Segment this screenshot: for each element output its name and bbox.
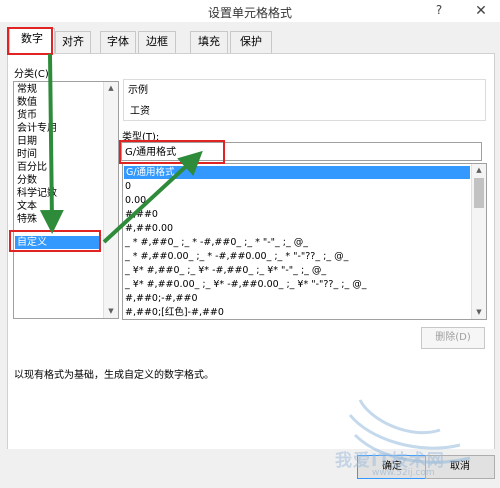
category-item-date[interactable]: 日期 bbox=[17, 135, 37, 148]
tab-protection[interactable]: 保护 bbox=[230, 31, 272, 53]
format-item[interactable]: 0.00 bbox=[125, 194, 146, 207]
tab-strip: 数字 对齐 字体 边框 填充 保护 bbox=[9, 28, 279, 53]
scroll-up-icon[interactable]: ▲ bbox=[104, 82, 118, 95]
format-list[interactable]: G/通用格式 0 0.00 #,##0 #,##0.00 _ * #,##0_ … bbox=[122, 163, 487, 320]
tab-number[interactable]: 数字 bbox=[9, 28, 55, 53]
category-item-accounting[interactable]: 会计专用 bbox=[17, 122, 57, 135]
scroll-down-icon[interactable]: ▼ bbox=[104, 305, 118, 318]
dialog-title: 设置单元格格式 bbox=[207, 6, 292, 20]
sample-label: 示例 bbox=[128, 85, 148, 96]
category-item-scientific[interactable]: 科学记数 bbox=[17, 187, 57, 200]
tab-alignment[interactable]: 对齐 bbox=[55, 31, 91, 53]
format-item[interactable]: #,##0.00 bbox=[125, 222, 173, 235]
tab-fill[interactable]: 填充 bbox=[190, 31, 228, 53]
sample-group bbox=[123, 79, 486, 121]
category-item-custom[interactable]: 自定义 bbox=[15, 236, 101, 249]
scroll-thumb[interactable] bbox=[474, 178, 484, 208]
type-input[interactable]: G/通用格式 bbox=[121, 142, 482, 161]
category-scrollbar[interactable]: ▲ ▼ bbox=[103, 82, 118, 318]
category-item-time[interactable]: 时间 bbox=[17, 148, 37, 161]
scroll-up-icon[interactable]: ▲ bbox=[472, 164, 486, 177]
title-bar: 设置单元格格式 ? ✕ bbox=[0, 0, 500, 22]
format-item[interactable]: 0 bbox=[125, 180, 131, 193]
format-item[interactable]: _ ¥* #,##0_ ;_ ¥* -#,##0_ ;_ ¥* "-"_ ;_ … bbox=[125, 264, 326, 277]
delete-button[interactable]: 删除(D) bbox=[421, 327, 485, 349]
category-item-currency[interactable]: 货币 bbox=[17, 109, 37, 122]
watermark-url: www.52ij.com bbox=[372, 468, 435, 478]
sample-value: 工资 bbox=[130, 106, 150, 117]
close-button[interactable]: ✕ bbox=[462, 0, 500, 22]
format-item[interactable]: #,##0;-#,##0 bbox=[125, 292, 198, 305]
category-item-percentage[interactable]: 百分比 bbox=[17, 161, 47, 174]
scroll-down-icon[interactable]: ▼ bbox=[472, 306, 486, 319]
category-item-fraction[interactable]: 分数 bbox=[17, 174, 37, 187]
category-item-number[interactable]: 数值 bbox=[17, 96, 37, 109]
format-item[interactable]: _ * #,##0.00_ ;_ * -#,##0.00_ ;_ * "-"??… bbox=[125, 250, 348, 263]
tab-border[interactable]: 边框 bbox=[138, 31, 176, 53]
category-item-general[interactable]: 常规 bbox=[17, 83, 37, 96]
type-label: 类型(T): bbox=[122, 132, 160, 143]
help-button[interactable]: ? bbox=[432, 3, 446, 19]
tab-font[interactable]: 字体 bbox=[100, 31, 136, 53]
format-item[interactable]: G/通用格式 bbox=[124, 166, 470, 179]
format-item[interactable]: #,##0 bbox=[125, 208, 158, 221]
category-label: 分类(C): bbox=[14, 69, 53, 80]
format-item[interactable]: _ * #,##0_ ;_ * -#,##0_ ;_ * "-"_ ;_ @_ bbox=[125, 236, 308, 249]
format-list-scrollbar[interactable]: ▲ ▼ bbox=[471, 164, 486, 319]
category-item-text[interactable]: 文本 bbox=[17, 200, 37, 213]
category-list[interactable]: 常规 数值 货币 会计专用 日期 时间 百分比 分数 科学记数 文本 特殊 自定… bbox=[13, 81, 119, 319]
format-description: 以现有格式为基础，生成自定义的数字格式。 bbox=[14, 370, 214, 381]
category-item-special[interactable]: 特殊 bbox=[17, 213, 37, 226]
format-item[interactable]: _ ¥* #,##0.00_ ;_ ¥* -#,##0.00_ ;_ ¥* "-… bbox=[125, 278, 366, 291]
format-item[interactable]: #,##0;[红色]-#,##0 bbox=[125, 306, 224, 319]
